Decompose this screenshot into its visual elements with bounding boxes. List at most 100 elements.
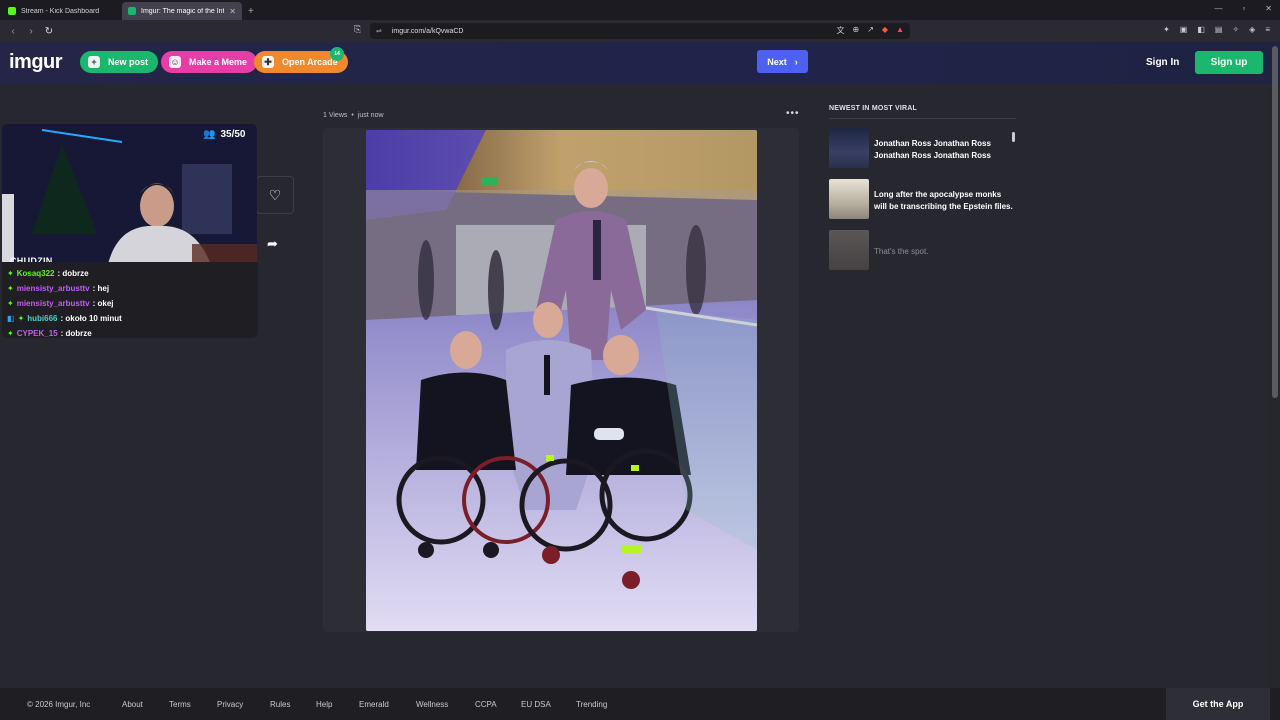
site-info-icon[interactable]: ⇌ xyxy=(376,27,382,35)
close-window-icon[interactable]: ✕ xyxy=(1265,4,1272,13)
reload-icon[interactable]: ↻ xyxy=(44,26,54,37)
copyright: © 2026 Imgur, Inc xyxy=(27,700,91,709)
chat-username: CYPEK_15 xyxy=(16,329,58,338)
footer-link-wellness[interactable]: Wellness xyxy=(416,700,448,709)
footer-link-trending[interactable]: Trending xyxy=(576,700,607,709)
viewer-count: 👥 35/50 xyxy=(203,129,245,140)
post-meta: 1 Views • just now xyxy=(323,112,384,119)
sidebar-post-item[interactable]: That's the spot. xyxy=(829,230,1016,281)
browser-nav-bar: ‹ › ↻ ⎘ ⇌ imgur.com/a/kQvwaCD 文 ⊕ ↗ ◆ ▲ … xyxy=(0,20,1280,42)
sidebar-divider xyxy=(829,118,1016,119)
extension-icon[interactable]: ✦ xyxy=(1163,25,1170,34)
bookmark-icon[interactable]: ⎘ xyxy=(354,24,361,35)
sidebar-post-title: Jonathan Ross Jonathan Ross Jonathan Ros… xyxy=(874,139,991,160)
maximize-icon[interactable]: ▫ xyxy=(1242,4,1245,13)
next-button[interactable]: Next › xyxy=(757,50,808,73)
kick-badge-icon: ✦ xyxy=(7,329,14,338)
share-arrow-icon: ➦ xyxy=(267,236,278,251)
chat-message: ✦ miensisty_arbusttv : hej xyxy=(7,281,258,296)
new-post-button[interactable]: + New post xyxy=(80,51,159,73)
kick-badge-icon: ✦ xyxy=(17,314,25,323)
footer-link-eu-dsa[interactable]: EU DSA xyxy=(521,700,551,709)
kick-favicon-icon xyxy=(8,7,16,15)
vpn-icon[interactable]: ◈ xyxy=(1249,25,1255,34)
chat-text: : dobrze xyxy=(57,269,89,278)
chevron-right-icon: › xyxy=(794,56,798,67)
sign-in-link[interactable]: Sign In xyxy=(1146,57,1179,68)
webcam-illustration xyxy=(2,124,257,268)
chat-username: miensisty_arbusttv xyxy=(16,299,90,308)
make-meme-label: Make a Meme xyxy=(189,57,248,67)
zoom-icon[interactable]: ⊕ xyxy=(853,25,860,36)
footer-link-about[interactable]: About xyxy=(122,700,143,709)
open-arcade-label: Open Arcade xyxy=(282,57,338,67)
sidebar-post-item[interactable]: Jonathan Ross Jonathan Ross Jonathan Ros… xyxy=(829,128,1016,179)
sidebar-post-title: That's the spot. xyxy=(874,247,929,256)
chat-message: ◧ ✦ hubi666 : około 10 minut xyxy=(7,311,258,326)
imgur-favicon-icon xyxy=(128,7,136,15)
webcam-overlay xyxy=(2,124,257,268)
extension-icons: ✦ ▣ ◧ ▤ ✧ ◈ ≡ xyxy=(1163,25,1270,34)
share-button[interactable]: ➦ xyxy=(267,236,278,252)
meme-face-icon: ☺ xyxy=(169,56,181,68)
new-post-label: New post xyxy=(108,57,149,67)
tab-search-icon[interactable]: ▤ xyxy=(1215,25,1223,34)
post-thumbnail xyxy=(829,179,869,219)
url-bar[interactable]: ⇌ imgur.com/a/kQvwaCD 文 ⊕ ↗ ◆ ▲ xyxy=(370,23,910,39)
new-tab-icon[interactable]: + xyxy=(248,6,254,20)
close-tab-icon[interactable]: ✕ xyxy=(229,7,236,16)
footer-link-rules[interactable]: Rules xyxy=(270,700,290,709)
next-label: Next xyxy=(767,56,787,67)
plus-icon: + xyxy=(88,56,100,68)
forward-icon[interactable]: › xyxy=(26,26,36,37)
users-icon: 👥 xyxy=(203,129,216,140)
window-controls: — ▫ ✕ xyxy=(1214,4,1272,13)
minimize-icon[interactable]: — xyxy=(1214,4,1222,13)
sidebar-icon[interactable]: ◧ xyxy=(1197,25,1205,34)
brave-rewards-icon[interactable]: ▲ xyxy=(896,25,904,36)
sidebar-post-item[interactable]: Long after the apocalypse monks will be … xyxy=(829,179,1016,230)
view-count: 1 Views xyxy=(323,112,348,119)
arcade-badge: 14 xyxy=(330,47,344,61)
share-page-icon[interactable]: ↗ xyxy=(867,25,874,36)
translate-icon[interactable]: 文 xyxy=(837,25,845,36)
wallet-icon[interactable]: ▣ xyxy=(1180,25,1188,34)
kick-badge-icon: ✦ xyxy=(7,299,14,308)
footer-link-help[interactable]: Help xyxy=(316,700,332,709)
footer-link-ccpa[interactable]: CCPA xyxy=(475,700,497,709)
tab-kick-dashboard[interactable]: Stream - Kick Dashboard xyxy=(2,2,120,20)
chat-text: : dobrze xyxy=(60,329,92,338)
post-image[interactable] xyxy=(366,130,757,631)
get-the-app-button[interactable]: Get the App xyxy=(1166,688,1270,720)
sidebar-scrollbar[interactable] xyxy=(1012,132,1015,142)
gamepad-icon: ✚ xyxy=(262,56,274,68)
tab-title: Imgur: The magic of the Internet xyxy=(141,7,224,15)
chat-username: Kosaq322 xyxy=(16,269,55,278)
sidebar-list: Jonathan Ross Jonathan Ross Jonathan Ros… xyxy=(829,128,1016,281)
favorite-button[interactable]: ♡ xyxy=(256,176,294,214)
brave-shield-icon[interactable]: ◆ xyxy=(882,25,888,36)
sub-badge-icon: ◧ xyxy=(7,314,15,323)
make-meme-button[interactable]: ☺ Make a Meme xyxy=(161,51,258,73)
chat-text: : około 10 minut xyxy=(60,314,122,323)
chat-message: ✦ CYPEK_15 : dobrze xyxy=(7,326,258,341)
tab-imgur[interactable]: Imgur: The magic of the Internet ✕ xyxy=(122,2,242,20)
footer-link-privacy[interactable]: Privacy xyxy=(217,700,243,709)
puzzle-icon[interactable]: ✧ xyxy=(1232,25,1239,34)
imgur-logo[interactable]: imgur xyxy=(9,51,63,74)
footer: © 2026 Imgur, Inc About Terms Privacy Ru… xyxy=(0,688,1280,720)
post-photo-illustration xyxy=(366,130,757,631)
browser-tab-bar: Stream - Kick Dashboard Imgur: The magic… xyxy=(0,0,1280,20)
footer-link-terms[interactable]: Terms xyxy=(169,700,191,709)
chat-username: miensisty_arbusttv xyxy=(16,284,90,293)
sign-up-button[interactable]: Sign up xyxy=(1195,51,1263,74)
chat-text: : okej xyxy=(92,299,114,308)
chat-username: hubi666 xyxy=(27,314,58,323)
page-scrollbar[interactable] xyxy=(1272,46,1278,398)
kick-badge-icon: ✦ xyxy=(7,284,14,293)
post-thumbnail xyxy=(829,128,869,168)
more-options-icon[interactable]: ••• xyxy=(786,108,800,119)
menu-icon[interactable]: ≡ xyxy=(1265,25,1270,34)
back-icon[interactable]: ‹ xyxy=(8,26,18,37)
footer-link-emerald[interactable]: Emerald xyxy=(359,700,389,709)
